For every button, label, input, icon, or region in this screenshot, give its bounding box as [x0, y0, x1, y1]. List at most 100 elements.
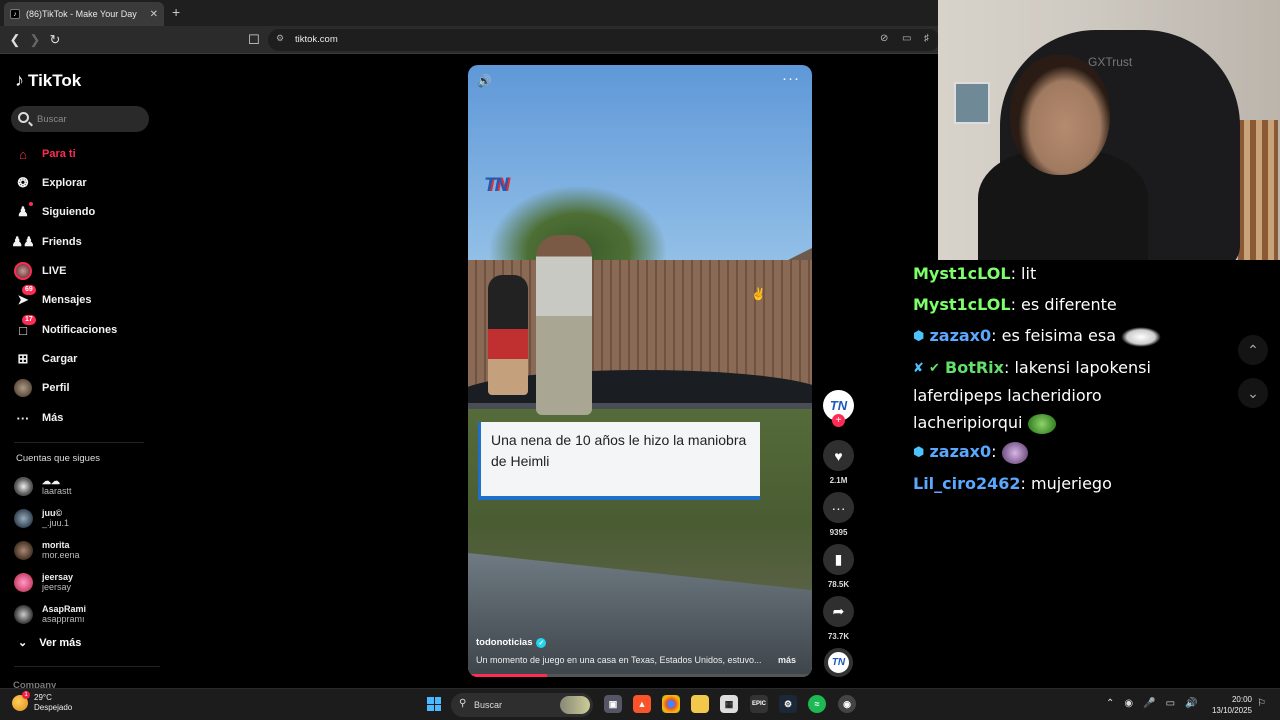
messages-icon: ➤ 69	[14, 285, 36, 309]
comment-count: 9395	[829, 528, 848, 537]
tn-watermark-logo: TN	[484, 175, 508, 196]
sidebar-item-live[interactable]: LIVE	[14, 260, 66, 282]
address-bar[interactable]: ⚙ tiktok.com ⊘ ▭ ♯	[268, 29, 940, 51]
search-icon	[18, 112, 29, 123]
brave-browser-icon[interactable]: ▲	[633, 695, 651, 713]
share-button[interactable]: ➦ 73.7K	[823, 596, 854, 641]
chat-username: Lil_ciro2462	[913, 474, 1021, 493]
follow-plus-icon[interactable]: +	[832, 414, 845, 427]
chat-text: lit	[1021, 264, 1037, 283]
sidebar-item-mas[interactable]: ··· Más	[14, 407, 64, 429]
account-handle: jeersay	[42, 582, 72, 592]
taskbar-search[interactable]: ⚲ Buscar	[451, 693, 593, 717]
sound-disc-icon[interactable]: TN	[824, 648, 853, 677]
following-account[interactable]: juu© _.juu.1	[14, 503, 69, 533]
bookmark-icon: ▮	[823, 544, 854, 575]
sidebar-item-para-ti[interactable]: ⌂ Para ti	[14, 143, 76, 165]
comment-button[interactable]: ··· 9395	[823, 492, 854, 537]
weather-widget[interactable]: 29°C Despejado	[12, 693, 72, 713]
media-icon[interactable]: ⊘	[880, 33, 888, 44]
save-button[interactable]: ▮ 78.5K	[823, 544, 854, 589]
task-view-icon[interactable]: ▣	[604, 695, 622, 713]
sidebar-item-perfil[interactable]: Perfil	[14, 377, 70, 399]
video-author[interactable]: todonoticias ✓	[476, 637, 547, 648]
following-account[interactable]: ☁☁ laarastt	[14, 471, 72, 501]
account-handle: _.juu.1	[42, 518, 70, 528]
file-explorer-icon[interactable]	[691, 695, 709, 713]
video-player[interactable]: TN Una nena de 10 años le hizo la maniob…	[468, 65, 812, 677]
like-count: 2.1M	[829, 476, 848, 485]
search-input[interactable]: Buscar	[11, 106, 149, 132]
search-highlight-image	[560, 696, 590, 714]
sidebar-item-cargar[interactable]: ⊞ Cargar	[14, 348, 78, 370]
tiktok-logo[interactable]: ♪ TikTok	[15, 70, 81, 91]
chevron-up-icon[interactable]: ⌃	[1106, 698, 1114, 709]
browser-tab[interactable]: ♪ (86)TikTok - Make Your Day ✕	[4, 2, 164, 26]
chevron-down-icon: ⌄	[1247, 384, 1259, 401]
like-button[interactable]: ♥ 2.1M	[823, 440, 854, 485]
notification-bell-icon[interactable]: ⚐	[1257, 698, 1266, 709]
sidebar-item-siguiendo[interactable]: ♟ Siguiendo	[14, 201, 95, 223]
see-more-label: Ver más	[39, 636, 82, 649]
notification-dot	[29, 202, 33, 206]
steam-icon[interactable]: ⚙	[779, 695, 797, 713]
back-icon[interactable]: ❮	[6, 31, 24, 49]
microsoft-store-icon[interactable]: ▦	[720, 695, 738, 713]
chat-text: es diferente	[1021, 295, 1117, 314]
chat-text: es feisima esa	[1001, 326, 1117, 345]
following-account[interactable]: AsapRami asappramı	[14, 599, 86, 629]
discord-icon[interactable]: ◉	[1124, 698, 1133, 709]
close-tab-icon[interactable]: ✕	[150, 9, 158, 20]
streamer-face	[1010, 55, 1110, 175]
translate-icon[interactable]: ♯	[924, 33, 929, 44]
account-name: ☁☁	[42, 476, 60, 486]
tiktok-favicon-icon: ♪	[10, 9, 20, 19]
next-video-button[interactable]: ⌄	[1238, 378, 1268, 408]
microphone-icon[interactable]: 🎤	[1143, 698, 1155, 709]
mouse-cursor-icon: ✌	[751, 287, 766, 301]
chat-username: Myst1cLOL	[913, 295, 1011, 314]
forward-icon[interactable]: ❯	[26, 31, 44, 49]
new-tab-icon[interactable]: +	[172, 4, 180, 20]
search-placeholder: Buscar	[37, 114, 67, 125]
avatar	[14, 540, 33, 560]
spotify-icon[interactable]: ≈	[808, 695, 826, 713]
sidebar-item-friends[interactable]: ♟♟ Friends	[11, 231, 81, 253]
site-info-icon[interactable]: ⚙	[276, 33, 284, 44]
notifications-icon: □ 17	[14, 315, 36, 339]
profile-icon	[14, 379, 32, 397]
cube-badge-icon: ⬢	[913, 445, 925, 460]
sidebar-item-label: Notificaciones	[42, 324, 118, 336]
obs-icon[interactable]: ◉	[838, 695, 856, 713]
sidebar-item-label: Explorar	[42, 177, 87, 189]
account-handle: asappramı	[42, 614, 85, 624]
see-more-button[interactable]: ⌄ Ver más	[18, 636, 82, 650]
following-account[interactable]: morita mor.eena	[14, 535, 80, 565]
account-name: jeersay	[42, 572, 74, 582]
video-description: Un momento de juego en una casa en Texas…	[476, 655, 806, 665]
volume-icon[interactable]: 🔊	[477, 74, 492, 88]
sidebar-item-mensajes[interactable]: ➤ 69 Mensajes	[14, 285, 92, 311]
show-more-link[interactable]: más	[778, 655, 796, 665]
video-progress-bar[interactable]	[468, 674, 812, 677]
cast-icon[interactable]: ▭	[902, 33, 911, 44]
sidebar-item-label: Cargar	[42, 353, 78, 365]
sidebar-item-explorar[interactable]: ❂ Explorar	[14, 172, 87, 194]
windows-start-icon[interactable]	[427, 697, 441, 711]
following-account[interactable]: jeersay jeersay	[14, 567, 73, 597]
network-icon[interactable]: ▭	[1166, 698, 1175, 709]
following-title: Cuentas que sigues	[16, 453, 100, 464]
video-more-options-icon[interactable]: ···	[782, 70, 800, 87]
sidebar-item-notificaciones[interactable]: □ 17 Notificaciones	[14, 315, 118, 341]
epic-games-icon[interactable]: EPIC	[750, 695, 768, 713]
previous-video-button[interactable]: ⌃	[1238, 335, 1268, 365]
bookmark-icon[interactable]: ☐	[245, 31, 263, 49]
account-name: juu©	[42, 508, 63, 518]
reload-icon[interactable]: ↻	[46, 31, 64, 49]
sidebar-item-label: Mensajes	[42, 294, 92, 306]
tab-title: (86)TikTok - Make Your Day	[26, 9, 137, 19]
clock[interactable]: 20:00 13/10/2025	[1206, 694, 1252, 716]
chrome-icon[interactable]	[662, 695, 680, 713]
volume-icon[interactable]: 🔊	[1185, 698, 1197, 709]
cloud-emote-icon	[1121, 326, 1162, 347]
